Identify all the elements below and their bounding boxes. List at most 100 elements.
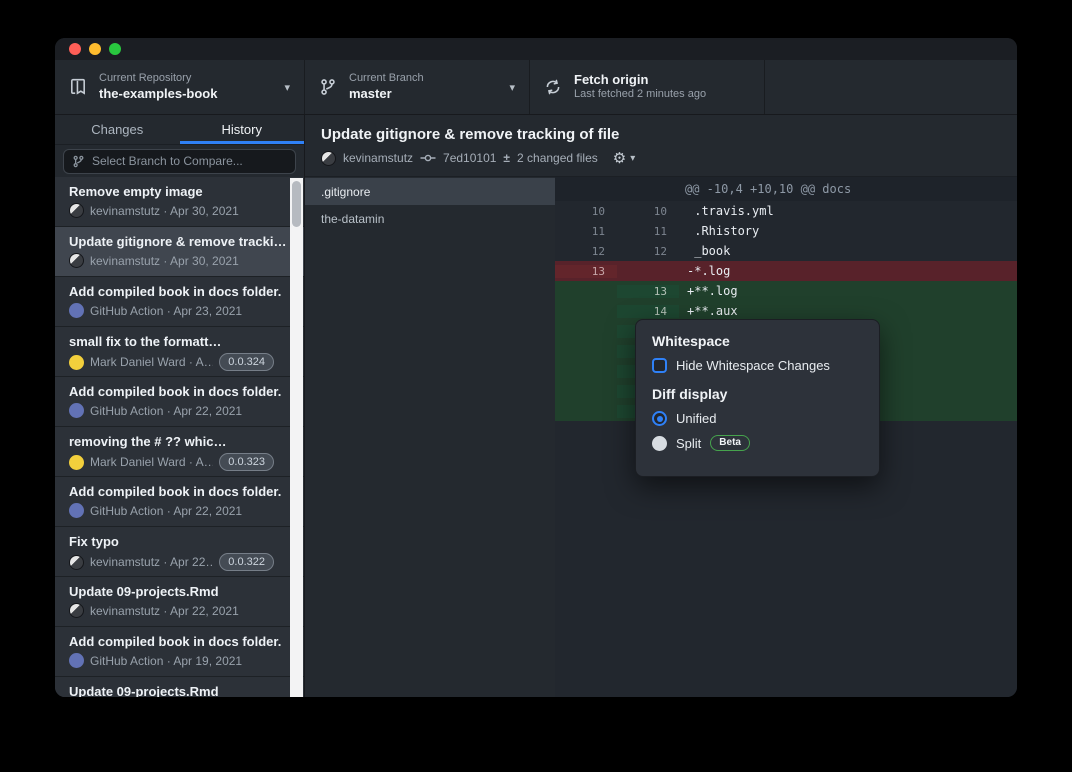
desktop-background: Current Repository the-examples-book ▾ C… [0,0,1072,772]
diff-line: 10 10 .travis.yml [555,201,1017,221]
diff-options-button[interactable]: ⚙ ▾ [613,151,635,166]
file-item-the-datamin[interactable]: the-datamin [305,205,555,232]
compare-placeholder: Select Branch to Compare... [92,154,243,168]
commit-author-avatar [69,555,84,570]
fetch-origin-button[interactable]: Fetch origin Last fetched 2 minutes ago [530,60,765,114]
commit-list-item[interactable]: small fix to the formatt… Mark Daniel Wa… [55,327,304,377]
unified-option[interactable]: Unified [652,411,863,426]
diff-new-line-number: 13 [617,285,679,298]
commit-list-item[interactable]: Add compiled book in docs folder. GitHub… [55,477,304,527]
commit-list-item[interactable]: Add compiled book in docs folder. GitHub… [55,277,304,327]
commit-sha: 7ed10101 [443,151,496,165]
diff-old-line-number: 10 [555,205,617,218]
changed-files-list: .gitignore the-datamin [305,177,555,697]
changed-files-count: 2 changed files [517,151,598,165]
diff-line-text: -*.log [679,264,730,278]
commit-list-item[interactable]: Add compiled book in docs folder. GitHub… [55,377,304,427]
commit-title: Remove empty image [69,184,290,199]
hide-whitespace-option[interactable]: Hide Whitespace Changes [652,358,863,373]
current-branch-button[interactable]: Current Branch master ▾ [305,60,530,114]
diff-options-popover: Whitespace Hide Whitespace Changes Diff … [635,319,880,477]
current-repository-button[interactable]: Current Repository the-examples-book ▾ [55,60,305,114]
commit-list-item[interactable]: Add compiled book in docs folder. GitHub… [55,627,304,677]
commit-meta-row: kevinamstutz · Apr 22… 0.0.322 [69,553,290,571]
close-window-button[interactable] [69,43,81,55]
commit-detail-meta: kevinamstutz 7ed10101 ± 2 changed files … [321,150,1001,166]
tab-history[interactable]: History [180,115,305,144]
commit-list-item[interactable]: Update gitignore & remove tracki… kevina… [55,227,304,277]
diff-line-text: .Rhistory [679,224,759,238]
commit-meta-row: kevinamstutz · Apr 22, 2021 [69,603,290,618]
current-repository-label: Current Repository [99,72,217,86]
commit-meta-row: GitHub Action · Apr 22, 2021 [69,503,290,518]
diff-new-line-number: 14 [617,305,679,318]
hide-whitespace-checkbox[interactable] [652,358,667,373]
commit-author-avatar [69,503,84,518]
titlebar [55,38,1017,60]
commit-title: Fix typo [69,534,290,549]
commit-icon [420,150,436,166]
commit-author: kevinamstutz [343,151,413,165]
diff-new-line-number: 10 [617,205,679,218]
commit-list: Remove empty image kevinamstutz · Apr 30… [55,177,304,697]
diff-stat-icon: ± [503,151,510,165]
whitespace-heading: Whitespace [652,333,863,349]
diff-hunk-header: @@ -10,4 +10,10 @@ docs [555,177,1017,201]
commit-meta-row: GitHub Action · Apr 19, 2021 [69,653,290,668]
scrollbar-track[interactable] [290,178,303,697]
select-branch-to-compare-input[interactable]: Select Branch to Compare... [63,149,296,174]
commit-title: Add compiled book in docs folder. [69,384,290,399]
author-avatar [321,151,336,166]
diff-line-text: _book [679,244,730,258]
minimize-window-button[interactable] [89,43,101,55]
commit-author-avatar [69,253,84,268]
commit-meta: GitHub Action · Apr 23, 2021 [90,304,242,318]
tab-history-label: History [222,122,262,137]
commit-meta: GitHub Action · Apr 22, 2021 [90,404,242,418]
branch-icon [319,78,337,96]
commit-title: small fix to the formatt… [69,334,290,349]
zoom-window-button[interactable] [109,43,121,55]
commit-list-item[interactable]: Update 09-projects.Rmd kevinamstutz · Ap… [55,577,304,627]
beta-badge: Beta [710,435,750,451]
chevron-down-icon: ▾ [509,81,515,94]
commit-detail-pane: Update gitignore & remove tracking of fi… [305,115,1017,697]
commit-meta: Mark Daniel Ward · A… [90,455,213,469]
commit-list-item[interactable]: Update 09-projects.Rmd [55,677,304,697]
scrollbar-thumb[interactable] [292,181,301,227]
commit-author-avatar [69,653,84,668]
commit-author-avatar [69,203,84,218]
commit-title: Update 09-projects.Rmd [69,584,290,599]
diff-line: 13 +**.log [555,281,1017,301]
commit-meta: Mark Daniel Ward · A… [90,355,213,369]
diff-line: 11 11 .Rhistory [555,221,1017,241]
diff-line-text: +**.log [679,284,738,298]
diff-new-line-number: 12 [617,245,679,258]
commit-list-item[interactable]: removing the # ?? whic… Mark Daniel Ward… [55,427,304,477]
app-window: Current Repository the-examples-book ▾ C… [55,38,1017,697]
commit-title: Update 09-projects.Rmd [69,684,290,697]
tab-changes[interactable]: Changes [55,115,180,144]
commit-list-item[interactable]: Remove empty image kevinamstutz · Apr 30… [55,177,304,227]
diff-new-line-number: 11 [617,225,679,238]
tab-changes-label: Changes [91,122,143,137]
split-option[interactable]: Split Beta [652,435,863,451]
commit-author-avatar [69,403,84,418]
diff-line-text: .travis.yml [679,204,774,218]
chevron-down-icon: ▾ [630,153,635,164]
split-radio[interactable] [652,436,667,451]
sync-icon [544,78,562,96]
hide-whitespace-label: Hide Whitespace Changes [676,358,830,373]
toolbar-spacer [765,60,1017,114]
branch-icon [72,155,85,168]
commit-detail-header: Update gitignore & remove tracking of fi… [305,115,1017,177]
file-item-gitignore[interactable]: .gitignore [305,178,555,205]
commit-list-item[interactable]: Fix typo kevinamstutz · Apr 22… 0.0.322 [55,527,304,577]
commit-meta: kevinamstutz · Apr 22, 2021 [90,604,239,618]
commit-meta: kevinamstutz · Apr 30, 2021 [90,204,239,218]
compare-row: Select Branch to Compare... [55,145,304,177]
commit-detail-title: Update gitignore & remove tracking of fi… [321,126,1001,143]
unified-radio[interactable] [652,411,667,426]
commit-meta: kevinamstutz · Apr 22… [90,555,213,569]
diff-line: 14 +**.aux [555,301,1017,321]
